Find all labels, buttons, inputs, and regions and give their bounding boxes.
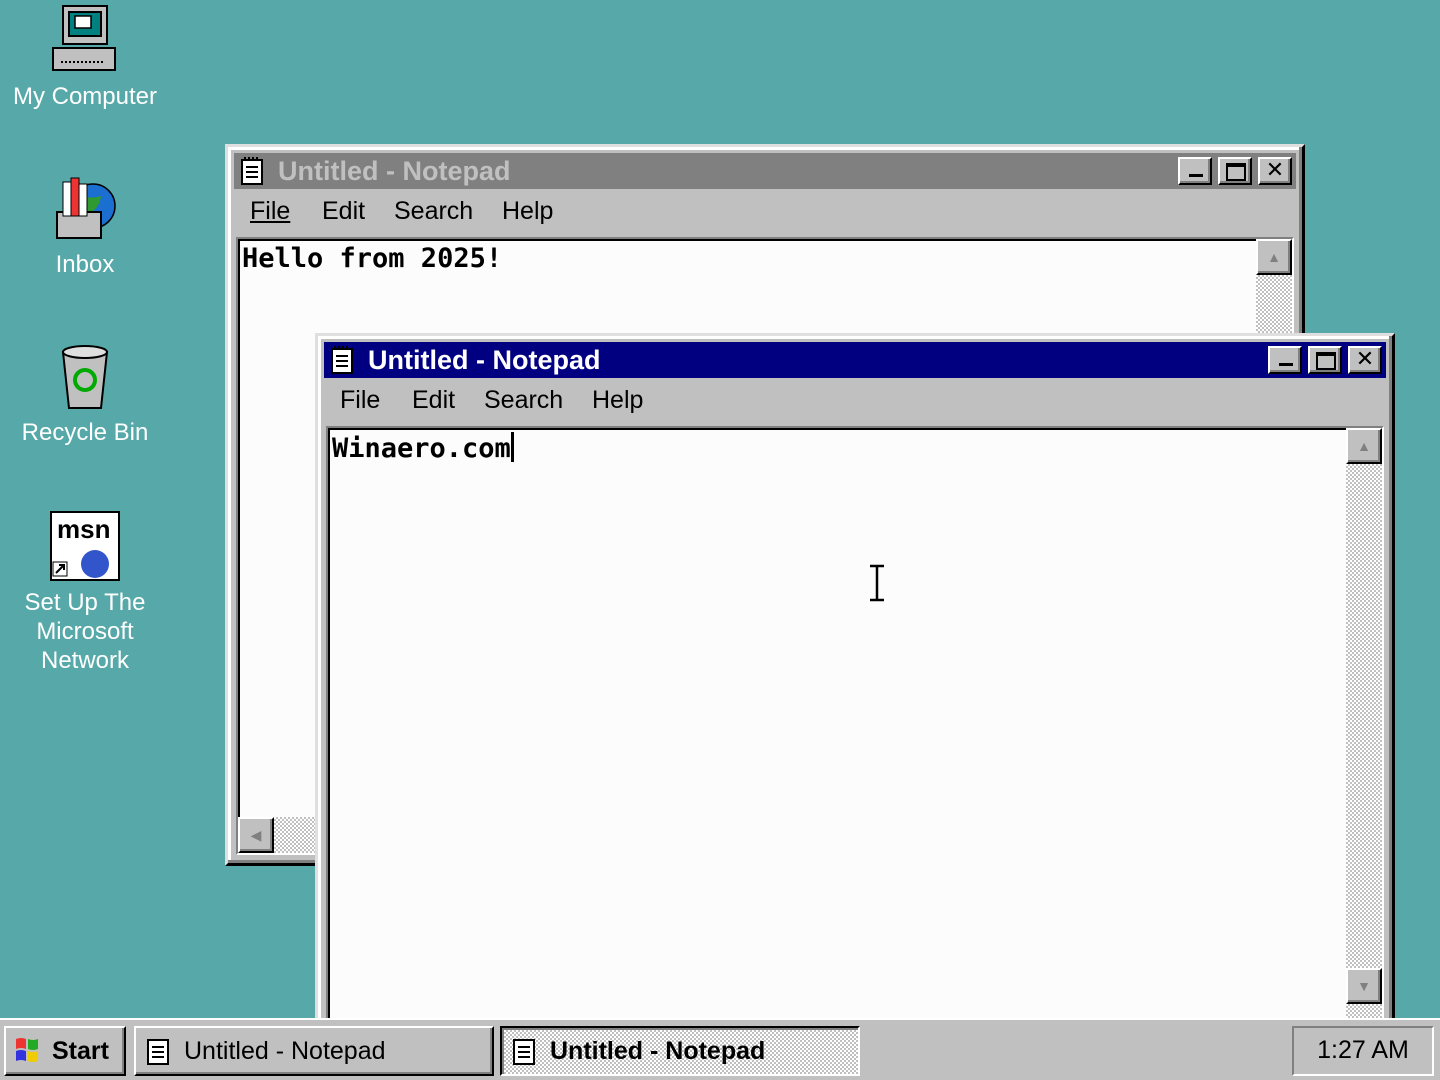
editor-content: Winaero.com — [332, 433, 511, 464]
menu-file[interactable]: File — [340, 386, 380, 415]
menu-edit[interactable]: Edit — [412, 386, 455, 415]
notepad-icon — [331, 346, 353, 374]
taskbar-button-notepad-2[interactable]: Untitled - Notepad — [500, 1026, 860, 1076]
notepad-icon — [513, 1039, 535, 1065]
desktop-icon-inbox[interactable]: Inbox — [0, 172, 170, 279]
notepad-window-active[interactable]: Untitled - Notepad ✕ File Edit Search He… — [315, 333, 1395, 1033]
menu-bar: File Edit Search Help — [324, 380, 1386, 420]
taskbar-button-notepad-1[interactable]: Untitled - Notepad — [134, 1026, 494, 1076]
taskbar-button-label: Untitled - Notepad — [184, 1037, 386, 1065]
start-button[interactable]: Start — [4, 1026, 126, 1076]
notepad-icon — [147, 1039, 169, 1065]
system-tray-clock[interactable]: 1:27 AM — [1292, 1026, 1434, 1076]
notepad-icon — [241, 157, 263, 185]
close-button[interactable]: ✕ — [1258, 157, 1292, 185]
recycle-bin-icon — [49, 340, 121, 412]
inbox-icon — [49, 172, 121, 244]
text-caret — [510, 432, 514, 462]
my-computer-icon — [49, 4, 121, 76]
window-title: Untitled - Notepad — [278, 156, 511, 186]
menu-file[interactable]: File — [250, 197, 290, 226]
menu-search[interactable]: Search — [484, 386, 563, 415]
desktop-icon-label: Set Up The Microsoft Network — [24, 589, 146, 674]
desktop-icon-my-computer[interactable]: My Computer — [0, 4, 170, 111]
desktop-icon-label: Inbox — [55, 251, 115, 278]
taskbar: Start Untitled - Notepad Untitled - Note… — [0, 1018, 1440, 1080]
maximize-button[interactable] — [1308, 346, 1342, 374]
windows-logo-icon — [16, 1038, 38, 1062]
title-bar[interactable]: Untitled - Notepad ✕ — [234, 153, 1296, 189]
close-button[interactable]: ✕ — [1348, 346, 1382, 374]
desktop-icon-label: My Computer — [12, 83, 158, 110]
editor-text: Winaero.com — [332, 432, 514, 464]
desktop-icon-msn[interactable]: msn Set Up The Microsoft Network — [0, 510, 170, 675]
desktop-icon-recycle-bin[interactable]: Recycle Bin — [0, 340, 170, 447]
minimize-button[interactable] — [1178, 157, 1212, 185]
taskbar-button-label: Untitled - Notepad — [550, 1037, 766, 1065]
menu-edit[interactable]: Edit — [322, 197, 365, 226]
title-bar[interactable]: Untitled - Notepad ✕ — [324, 342, 1386, 378]
menu-help[interactable]: Help — [592, 386, 643, 415]
vertical-scrollbar[interactable]: ▲ ▼ — [1346, 428, 1382, 1020]
text-editor[interactable]: Winaero.com ▲ ▼ — [326, 426, 1384, 1022]
msn-icon: msn — [49, 510, 121, 582]
scroll-up-button[interactable]: ▲ — [1346, 428, 1382, 464]
maximize-button[interactable] — [1218, 157, 1252, 185]
scroll-up-button[interactable]: ▲ — [1256, 239, 1292, 275]
menu-bar: File Edit Search Help — [234, 191, 1296, 231]
scroll-left-button[interactable]: ◀ — [238, 817, 274, 853]
editor-text: Hello from 2025! — [242, 243, 503, 274]
svg-text:msn: msn — [57, 514, 110, 544]
minimize-button[interactable] — [1268, 346, 1302, 374]
ibeam-cursor-icon — [870, 564, 884, 602]
scroll-down-button[interactable]: ▼ — [1346, 968, 1382, 1004]
window-title: Untitled - Notepad — [368, 345, 601, 375]
start-label: Start — [52, 1037, 109, 1065]
desktop-icon-label: Recycle Bin — [21, 419, 149, 446]
menu-help[interactable]: Help — [502, 197, 553, 226]
menu-search[interactable]: Search — [394, 197, 473, 226]
